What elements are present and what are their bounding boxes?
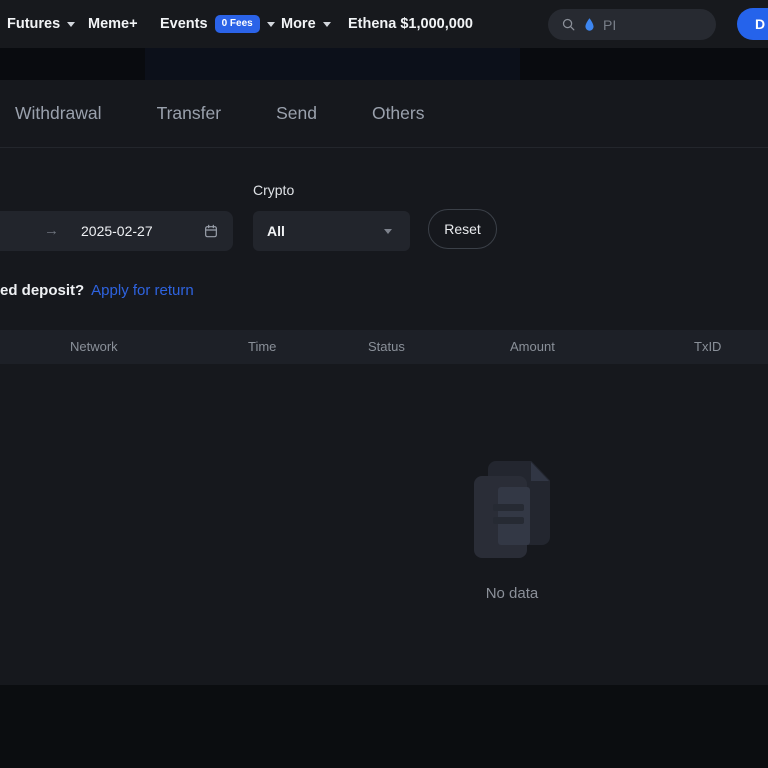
banner-strip bbox=[0, 48, 768, 80]
column-header-txid: TxID bbox=[694, 330, 721, 364]
reset-button-label: Reset bbox=[444, 221, 481, 237]
crypto-select[interactable]: All bbox=[253, 211, 410, 251]
history-tabs: Withdrawal Transfer Send Others bbox=[0, 80, 768, 148]
nav-item-more[interactable]: More bbox=[281, 0, 331, 48]
nav-item-events[interactable]: Events 0 Fees bbox=[160, 0, 275, 48]
tab-send[interactable]: Send bbox=[276, 103, 317, 124]
no-data-icon bbox=[474, 461, 552, 558]
crypto-select-value: All bbox=[267, 211, 285, 251]
tab-transfer[interactable]: Transfer bbox=[157, 103, 222, 124]
exchange-history-page: Futures Meme+ Events 0 Fees More Ethena … bbox=[0, 0, 768, 768]
deposit-button[interactable]: D bbox=[737, 8, 768, 40]
history-content: Withdrawal Transfer Send Others Crypto →… bbox=[0, 80, 768, 685]
top-navigation-bar: Futures Meme+ Events 0 Fees More Ethena … bbox=[0, 0, 768, 48]
nav-ethena-label: Ethena $1,000,000 bbox=[348, 16, 473, 32]
tab-withdrawal[interactable]: Withdrawal bbox=[15, 103, 102, 124]
end-date-value: 2025-02-27 bbox=[81, 211, 153, 251]
notice-text: ed deposit? bbox=[0, 282, 84, 299]
column-header-network: Network bbox=[70, 330, 118, 364]
deposit-return-notice: ed deposit? Apply for return bbox=[0, 280, 194, 300]
search-input[interactable]: PI bbox=[548, 9, 716, 40]
search-value: PI bbox=[603, 17, 616, 33]
chevron-down-icon bbox=[267, 22, 275, 27]
nav-item-meme[interactable]: Meme+ bbox=[88, 0, 138, 48]
document-text-line bbox=[493, 504, 524, 511]
chevron-down-icon bbox=[384, 229, 392, 234]
date-range-picker[interactable]: → 2025-02-27 bbox=[0, 211, 233, 251]
arrow-right-icon: → bbox=[44, 211, 59, 251]
nav-meme-label: Meme+ bbox=[88, 16, 138, 32]
document-content-panel bbox=[498, 487, 530, 545]
banner-image-fragment bbox=[145, 48, 520, 80]
deposit-button-label: D bbox=[755, 16, 765, 32]
chevron-down-icon bbox=[67, 22, 75, 27]
pi-token-icon bbox=[583, 17, 596, 32]
nav-more-label: More bbox=[281, 16, 316, 32]
nav-item-futures[interactable]: Futures bbox=[7, 0, 75, 48]
document-text-line bbox=[493, 517, 524, 524]
nav-item-ethena-promo[interactable]: Ethena $1,000,000 bbox=[348, 0, 473, 48]
reset-button[interactable]: Reset bbox=[428, 209, 497, 249]
nav-futures-label: Futures bbox=[7, 16, 60, 32]
table-header-row: Network Time Status Amount TxID bbox=[0, 330, 768, 364]
nav-events-label: Events bbox=[160, 16, 208, 32]
footer-band bbox=[0, 685, 768, 768]
search-icon bbox=[561, 17, 576, 32]
crypto-filter-label: Crypto bbox=[253, 182, 294, 198]
no-data-label: No data bbox=[452, 585, 572, 602]
apply-for-return-link[interactable]: Apply for return bbox=[91, 282, 194, 299]
calendar-icon bbox=[203, 223, 219, 239]
chevron-down-icon bbox=[323, 22, 331, 27]
column-header-amount: Amount bbox=[510, 330, 555, 364]
column-header-time: Time bbox=[248, 330, 276, 364]
column-header-status: Status bbox=[368, 330, 405, 364]
tab-others[interactable]: Others bbox=[372, 103, 425, 124]
zero-fees-badge: 0 Fees bbox=[215, 15, 260, 33]
